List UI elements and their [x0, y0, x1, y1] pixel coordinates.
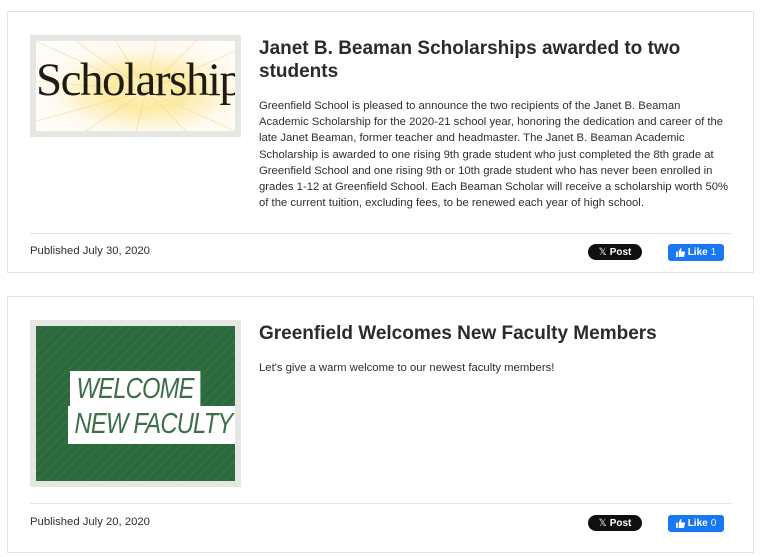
x-post-label: Post: [609, 246, 632, 258]
x-post-button[interactable]: 𝕏 Post: [588, 244, 642, 260]
post-title[interactable]: Janet B. Beaman Scholarships awarded to …: [259, 37, 729, 83]
post-thumbnail[interactable]: Scholarships: [30, 35, 241, 137]
facebook-like-button[interactable]: Like 1: [668, 244, 724, 261]
welcome-faculty-image: WELCOME NEW FACULTY: [36, 326, 235, 481]
thumbs-up-icon: [675, 248, 685, 257]
post-title[interactable]: Greenfield Welcomes New Faculty Members: [259, 322, 729, 345]
like-count: 0: [710, 518, 717, 529]
welcome-text: WELCOME: [70, 371, 201, 407]
published-date: Published July 20, 2020: [30, 516, 150, 528]
post-body: Greenfield School is pleased to announce…: [259, 100, 729, 210]
like-label: Like: [687, 518, 708, 529]
new-faculty-text: NEW FACULTY: [68, 406, 235, 444]
post-body: Let's give a warm welcome to our newest …: [259, 362, 555, 374]
news-post-card: WELCOME NEW FACULTY Greenfield Welcomes …: [7, 296, 754, 553]
news-post-card: Scholarships Janet B. Beaman Scholarship…: [7, 11, 754, 273]
x-logo-icon: 𝕏: [598, 246, 607, 258]
scholarships-word: Scholarships: [36, 54, 235, 106]
x-post-label: Post: [609, 517, 632, 529]
facebook-like-button[interactable]: Like 0: [668, 515, 724, 532]
x-post-button[interactable]: 𝕏 Post: [588, 515, 642, 531]
published-date: Published July 30, 2020: [30, 245, 150, 257]
thumbs-up-icon: [675, 519, 685, 528]
like-label: Like: [687, 247, 708, 258]
scholarships-image: Scholarships: [36, 41, 235, 131]
divider: [30, 503, 731, 504]
like-count: 1: [710, 247, 717, 258]
post-thumbnail[interactable]: WELCOME NEW FACULTY: [30, 320, 241, 487]
x-logo-icon: 𝕏: [598, 517, 607, 529]
divider: [30, 233, 731, 234]
